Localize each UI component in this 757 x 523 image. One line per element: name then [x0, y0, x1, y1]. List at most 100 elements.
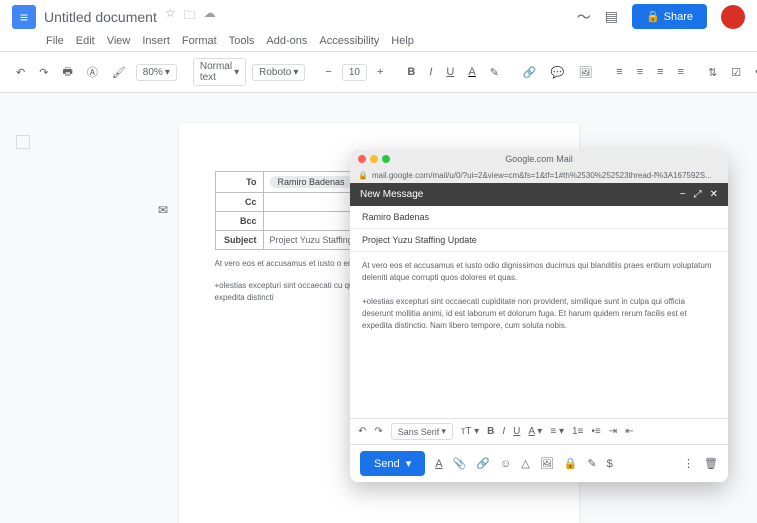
- font-size-icon[interactable]: тT ▾: [461, 426, 479, 437]
- compose-body[interactable]: At vero eos et accusamus et iusto odio d…: [350, 252, 728, 418]
- send-button[interactable]: Send ▾: [360, 451, 425, 476]
- spellcheck-icon[interactable]: Ⓐ: [83, 61, 102, 83]
- mail-url: mail.google.com/mail/u/0/?ui=2&view=cm&f…: [372, 171, 712, 180]
- menu-help[interactable]: Help: [391, 35, 414, 47]
- mail-window-title: Google.com Mail: [505, 154, 573, 164]
- signature-icon[interactable]: ✎: [587, 457, 596, 470]
- trend-icon[interactable]: 〜: [577, 7, 591, 27]
- comment-icon[interactable]: 💬: [547, 63, 569, 82]
- font-select[interactable]: Roboto ▾: [252, 64, 305, 81]
- undo-icon[interactable]: ↶: [358, 426, 366, 437]
- attach-icon[interactable]: 📎: [453, 457, 467, 470]
- mail-font-select[interactable]: Sans Serif ▾: [391, 423, 453, 440]
- link-icon[interactable]: 🔗: [476, 457, 490, 470]
- docs-logo[interactable]: ≡: [12, 5, 36, 29]
- move-icon[interactable]: 🗀: [184, 6, 196, 27]
- compose-para-1: At vero eos et accusamus et iusto odio d…: [362, 260, 716, 284]
- bold-icon[interactable]: B: [487, 426, 494, 437]
- photo-icon[interactable]: 🖼: [540, 457, 554, 470]
- align-center-icon[interactable]: ≡: [633, 63, 647, 81]
- format-icon[interactable]: A: [435, 458, 442, 470]
- lock-icon: 🔒: [358, 171, 368, 180]
- minimize-icon[interactable]: −: [680, 189, 686, 200]
- align-right-icon[interactable]: ≡: [653, 63, 667, 81]
- emoji-icon[interactable]: ☺: [500, 458, 511, 470]
- redo-icon[interactable]: ↷: [35, 63, 52, 82]
- menu-edit[interactable]: Edit: [76, 35, 95, 47]
- menu-bar: File Edit View Insert Format Tools Add-o…: [0, 33, 757, 51]
- bcc-label: Bcc: [215, 212, 263, 231]
- italic-icon[interactable]: I: [502, 426, 505, 437]
- compose-action-bar: Send ▾ A 📎 🔗 ☺ △ 🖼 🔒 ✎ $ ⋮ 🗑: [350, 444, 728, 482]
- subject-label: Subject: [215, 231, 263, 250]
- star-icon[interactable]: ☆: [165, 6, 176, 27]
- font-inc-icon[interactable]: +: [373, 63, 387, 81]
- mail-urlbar: 🔒 mail.google.com/mail/u/0/?ui=2&view=cm…: [350, 168, 728, 183]
- confidential-icon[interactable]: 🔒: [564, 457, 578, 470]
- image-icon[interactable]: 🖼: [574, 63, 596, 82]
- popout-icon[interactable]: ⤢: [694, 189, 702, 200]
- bullet-list-icon[interactable]: •≡: [751, 63, 757, 81]
- menu-format[interactable]: Format: [182, 35, 217, 47]
- discard-icon[interactable]: 🗑: [704, 457, 718, 470]
- menu-tools[interactable]: Tools: [229, 35, 255, 47]
- doc-title[interactable]: Untitled document: [44, 9, 157, 25]
- cc-label: Cc: [215, 193, 263, 212]
- compose-format-toolbar: ↶ ↷ Sans Serif ▾ тT ▾ B I U A ▾ ≡ ▾ 1≡ •…: [350, 418, 728, 444]
- align-icon[interactable]: ≡ ▾: [550, 426, 564, 437]
- menu-view[interactable]: View: [107, 35, 131, 47]
- dedent-icon[interactable]: ⇤: [625, 426, 633, 437]
- toolbar: ↶ ↷ 🖶 Ⓐ 🖌 80% ▾ Normal text ▾ Roboto ▾ −…: [0, 52, 757, 93]
- compose-header: New Message − ⤢ ✕: [350, 183, 728, 206]
- text-color-icon[interactable]: A ▾: [528, 426, 542, 437]
- gmail-compose-window: Google.com Mail 🔒 mail.google.com/mail/u…: [350, 150, 728, 482]
- compose-title: New Message: [360, 189, 423, 200]
- close-icon[interactable]: ✕: [710, 189, 718, 200]
- menu-file[interactable]: File: [46, 35, 64, 47]
- indent-icon[interactable]: ⇥: [609, 426, 617, 437]
- recipient-chip[interactable]: Ramiro Badenas: [270, 176, 353, 188]
- font-size[interactable]: 10: [342, 64, 367, 81]
- compose-to[interactable]: Ramiro Badenas: [350, 206, 728, 229]
- bold-icon[interactable]: B: [403, 63, 419, 81]
- print-icon[interactable]: 🖶: [58, 60, 76, 85]
- draft-cursor-icon: ✉: [158, 203, 168, 217]
- money-icon[interactable]: $: [607, 458, 613, 470]
- share-button[interactable]: 🔒 Share: [632, 4, 707, 29]
- redo-icon[interactable]: ↷: [374, 426, 382, 437]
- font-dec-icon[interactable]: −: [321, 63, 335, 81]
- zoom-select[interactable]: 80% ▾: [136, 64, 177, 81]
- docs-header: ≡ Untitled document ☆ 🗀 ☁ 〜 ▤ 🔒 Share Fi…: [0, 0, 757, 52]
- traffic-close-icon[interactable]: [358, 155, 366, 163]
- undo-icon[interactable]: ↶: [12, 63, 29, 82]
- line-spacing-icon[interactable]: ⇅: [704, 63, 721, 82]
- italic-icon[interactable]: I: [425, 63, 436, 81]
- menu-accessibility[interactable]: Accessibility: [319, 35, 379, 47]
- mail-titlebar: Google.com Mail: [350, 150, 728, 168]
- underline-icon[interactable]: U: [442, 63, 458, 81]
- traffic-min-icon[interactable]: [370, 155, 378, 163]
- menu-insert[interactable]: Insert: [142, 35, 170, 47]
- paint-format-icon[interactable]: 🖌: [108, 63, 130, 82]
- drive-icon[interactable]: △: [521, 457, 529, 470]
- cloud-icon[interactable]: ☁: [204, 6, 216, 27]
- number-list-icon[interactable]: 1≡: [572, 426, 583, 437]
- highlight-icon[interactable]: ✎: [486, 63, 503, 82]
- align-justify-icon[interactable]: ≡: [674, 63, 688, 81]
- underline-icon[interactable]: U: [513, 426, 520, 437]
- traffic-max-icon[interactable]: [382, 155, 390, 163]
- checklist-icon[interactable]: ☑: [727, 63, 745, 82]
- align-left-icon[interactable]: ≡: [612, 63, 626, 81]
- outline-toggle-icon[interactable]: [16, 135, 30, 149]
- link-icon[interactable]: 🔗: [519, 63, 541, 82]
- compose-para-2: +olestias excepturi sint occaecati cupid…: [362, 296, 716, 332]
- more-icon[interactable]: ⋮: [683, 457, 694, 470]
- style-select[interactable]: Normal text ▾: [193, 58, 246, 86]
- bullet-list-icon[interactable]: •≡: [591, 426, 600, 437]
- text-color-icon[interactable]: A: [464, 63, 479, 81]
- comments-icon[interactable]: ▤: [605, 8, 618, 25]
- compose-subject[interactable]: Project Yuzu Staffing Update: [350, 229, 728, 252]
- to-label: To: [215, 172, 263, 193]
- menu-addons[interactable]: Add-ons: [266, 35, 307, 47]
- avatar[interactable]: [721, 5, 745, 29]
